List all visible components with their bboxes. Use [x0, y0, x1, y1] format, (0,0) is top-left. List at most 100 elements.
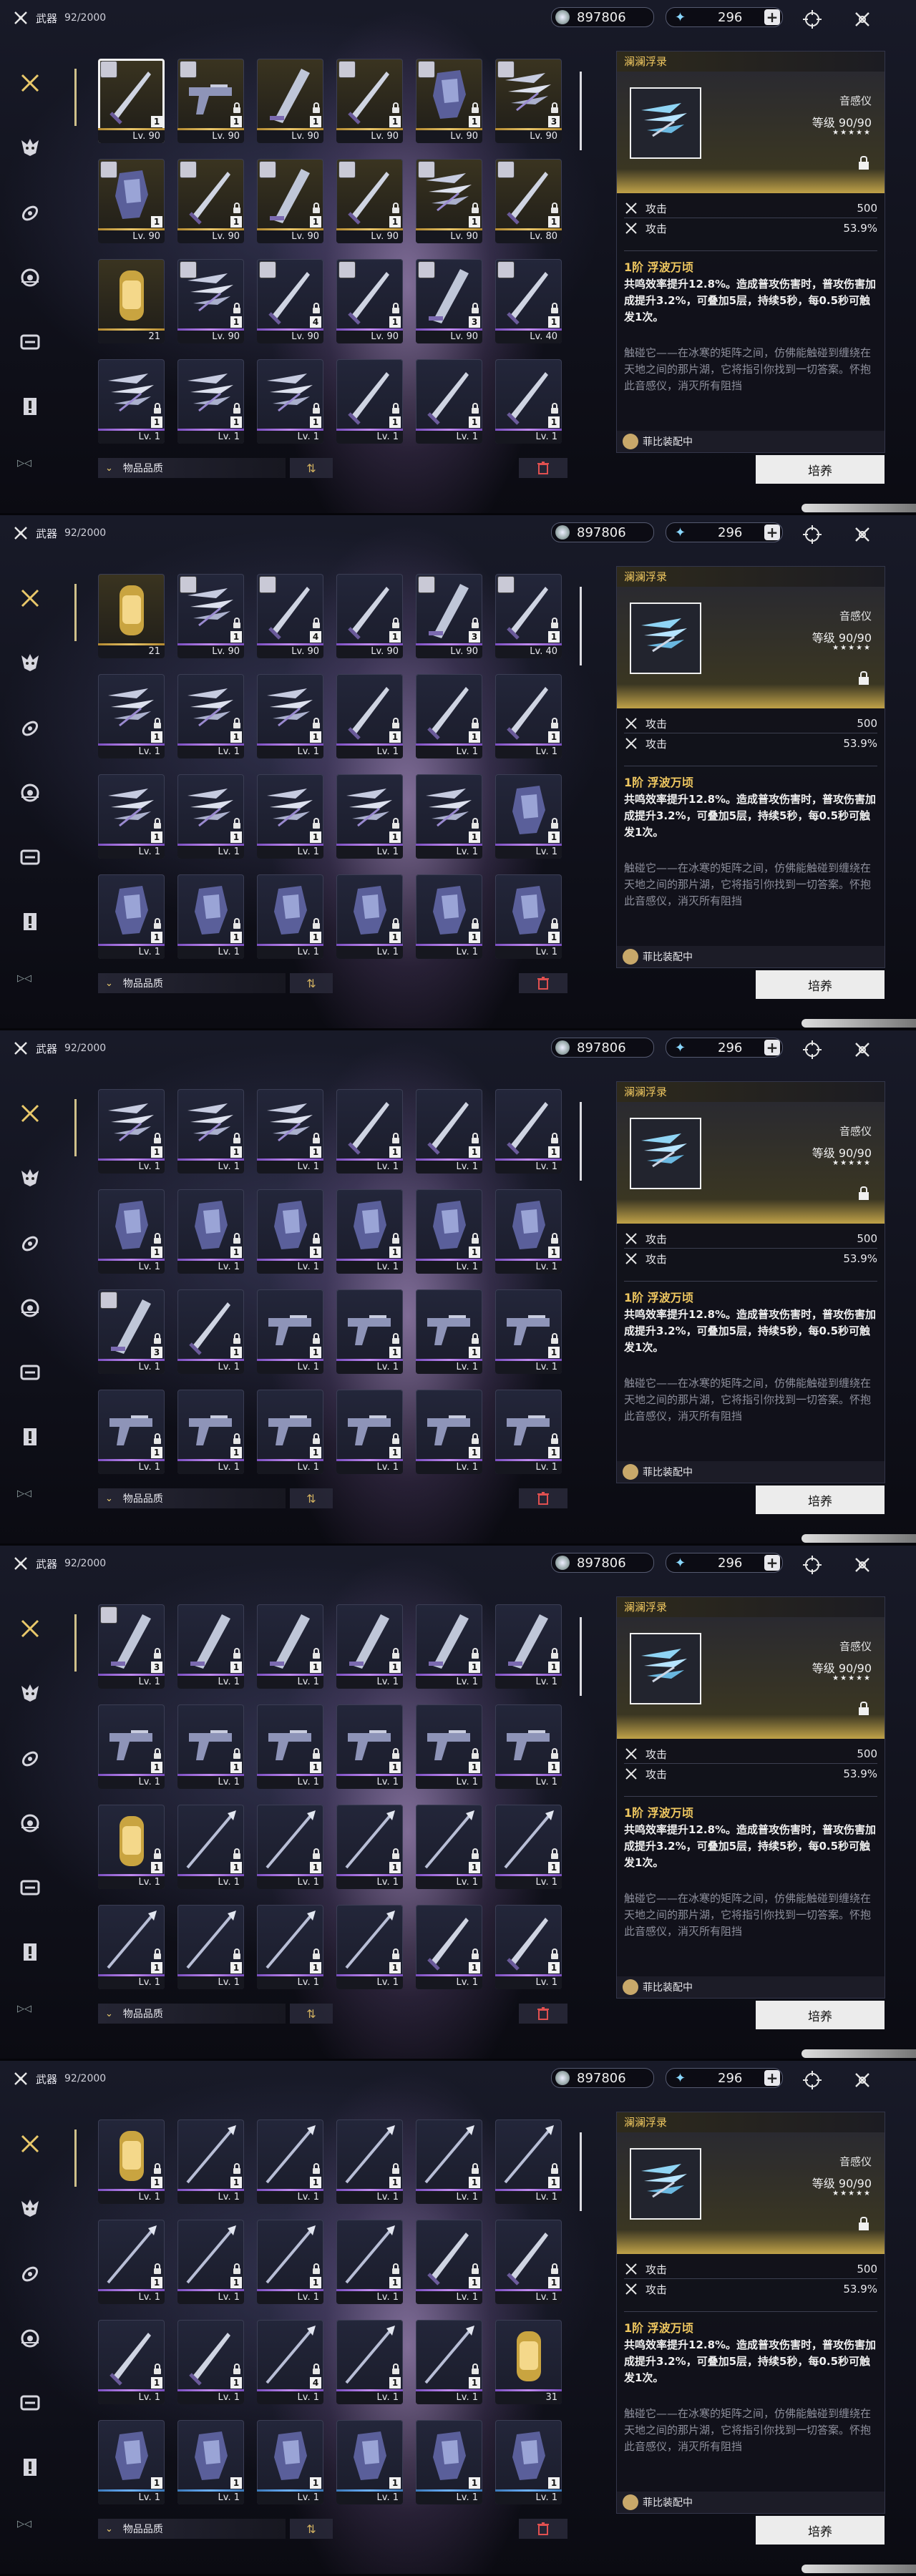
weapon-slot[interactable]: 1 Lv. 1	[336, 874, 403, 959]
weapon-slot[interactable]: 1 Lv. 1	[336, 1805, 403, 1889]
weapon-slot[interactable]: 1 Lv. 90	[177, 259, 244, 343]
close-icon[interactable]	[850, 2068, 874, 2092]
sidebar-item-quest[interactable]	[17, 394, 43, 419]
weapon-slot[interactable]: 1 Lv. 1	[257, 874, 323, 959]
discard-button[interactable]	[519, 2004, 567, 2024]
sidebar-item-battle[interactable]	[17, 1810, 43, 1836]
weapon-slot[interactable]: 1 Lv. 1	[98, 2420, 165, 2504]
sidebar-item-material[interactable]	[17, 1231, 43, 1257]
quality-filter-dropdown[interactable]: ⌄ 物品品质	[98, 973, 286, 993]
weapon-slot[interactable]: 1 Lv. 1	[177, 1905, 244, 1989]
sidebar-item-weapon[interactable]	[17, 585, 43, 611]
close-icon[interactable]	[850, 522, 874, 547]
weapon-slot[interactable]: 1 Lv. 90	[177, 159, 244, 243]
grid-scrollbar[interactable]	[580, 2132, 582, 2211]
weapon-slot[interactable]: 1 Lv. 1	[98, 674, 165, 758]
sidebar-item-echo[interactable]	[17, 650, 43, 675]
weapon-slot[interactable]: 1 Lv. 80	[495, 159, 562, 243]
weapon-slot[interactable]: 1 Lv. 40	[495, 259, 562, 343]
sidebar-item-material[interactable]	[17, 716, 43, 741]
discard-button[interactable]	[519, 2519, 567, 2539]
weapon-slot[interactable]: 1 Lv. 1	[336, 1905, 403, 1989]
cultivate-button[interactable]: 培养	[756, 455, 885, 484]
quality-filter-dropdown[interactable]: ⌄ 物品品质	[98, 458, 286, 478]
lock-icon[interactable]	[859, 156, 869, 170]
quality-filter-dropdown[interactable]: ⌄ 物品品质	[98, 1488, 286, 1508]
sidebar-item-echo[interactable]	[17, 135, 43, 160]
weapon-slot[interactable]: 1 Lv. 1	[98, 1905, 165, 1989]
sidebar-item-quest[interactable]	[17, 1424, 43, 1450]
weapon-slot[interactable]: 3 Lv. 90	[416, 574, 482, 658]
weapon-slot[interactable]: 1 Lv. 1	[416, 1604, 482, 1689]
lock-icon[interactable]	[859, 1702, 869, 1715]
sidebar-item-echo[interactable]	[17, 1680, 43, 1706]
weapon-slot[interactable]: 21	[98, 574, 165, 658]
weapon-slot[interactable]: 1 Lv. 1	[495, 1089, 562, 1174]
sidebar-item-echo[interactable]	[17, 1165, 43, 1191]
weapon-slot[interactable]: 1 Lv. 1	[257, 1704, 323, 1789]
sidebar-item-material[interactable]	[17, 1746, 43, 1772]
weapon-slot[interactable]: 1 Lv. 1	[177, 774, 244, 859]
weapon-slot[interactable]: 1 Lv. 1	[257, 2220, 323, 2304]
weapon-slot[interactable]: 1 Lv. 1	[257, 1189, 323, 1274]
add-astrite-button[interactable]: +	[764, 1555, 780, 1571]
discard-button[interactable]	[519, 973, 567, 993]
sidebar-item-develop[interactable]	[17, 2390, 43, 2416]
weapon-slot[interactable]: 1 Lv. 1	[98, 874, 165, 959]
weapon-slot[interactable]: 1 Lv. 1	[98, 774, 165, 859]
collapse-toggle[interactable]: ▷◁	[17, 1488, 31, 1499]
close-icon[interactable]	[850, 7, 874, 31]
weapon-slot[interactable]: 1 Lv. 1	[336, 674, 403, 758]
sidebar-item-battle[interactable]	[17, 265, 43, 291]
weapon-slot[interactable]: 1 Lv. 1	[416, 1189, 482, 1274]
weapon-slot[interactable]: 1 Lv. 1	[257, 1289, 323, 1374]
sort-order-button[interactable]: ⇅	[290, 2004, 333, 2024]
add-astrite-button[interactable]: +	[764, 9, 780, 25]
weapon-slot[interactable]: 1 Lv. 1	[336, 2220, 403, 2304]
weapon-slot[interactable]: 3 Lv. 1	[98, 1604, 165, 1689]
weapon-slot[interactable]: 1 Lv. 1	[177, 359, 244, 444]
weapon-slot[interactable]: 1 Lv. 1	[336, 1289, 403, 1374]
weapon-slot[interactable]: 1 Lv. 1	[257, 1604, 323, 1689]
weapon-slot[interactable]: 1 Lv. 1	[336, 2119, 403, 2204]
weapon-slot[interactable]: 1 Lv. 1	[177, 2220, 244, 2304]
weapon-slot[interactable]: 1 Lv. 1	[416, 359, 482, 444]
weapon-slot[interactable]: 1 Lv. 1	[336, 359, 403, 444]
weapon-slot[interactable]: 1 Lv. 40	[495, 574, 562, 658]
sidebar-item-battle[interactable]	[17, 780, 43, 806]
grid-scrollbar[interactable]	[580, 1102, 582, 1181]
sort-order-button[interactable]: ⇅	[290, 458, 333, 478]
weapon-slot[interactable]: 1 Lv. 1	[495, 1189, 562, 1274]
cultivate-button[interactable]: 培养	[756, 2516, 885, 2545]
scan-icon[interactable]	[800, 1038, 824, 1062]
weapon-slot[interactable]: 1 Lv. 1	[257, 774, 323, 859]
weapon-slot[interactable]: 1 Lv. 1	[257, 2119, 323, 2204]
collapse-toggle[interactable]: ▷◁	[17, 2519, 31, 2529]
weapon-slot[interactable]: 1 Lv. 1	[416, 874, 482, 959]
weapon-slot[interactable]: 1 Lv. 1	[495, 1805, 562, 1889]
sort-order-button[interactable]: ⇅	[290, 973, 333, 993]
weapon-slot[interactable]: 1 Lv. 1	[336, 1704, 403, 1789]
discard-button[interactable]	[519, 458, 567, 478]
weapon-slot[interactable]: 1 Lv. 1	[98, 2119, 165, 2204]
weapon-slot[interactable]: 1 Lv. 1	[495, 774, 562, 859]
weapon-slot[interactable]: 1 Lv. 1	[495, 1905, 562, 1989]
sidebar-item-material[interactable]	[17, 200, 43, 226]
sidebar-item-develop[interactable]	[17, 1875, 43, 1901]
weapon-slot[interactable]: 1 Lv. 1	[336, 1390, 403, 1474]
weapon-slot[interactable]: 1 Lv. 1	[416, 1289, 482, 1374]
weapon-slot[interactable]: 1 Lv. 1	[416, 674, 482, 758]
weapon-slot[interactable]: 1 Lv. 1	[336, 774, 403, 859]
sort-order-button[interactable]: ⇅	[290, 1488, 333, 1508]
weapon-slot[interactable]: 1 Lv. 1	[177, 1189, 244, 1274]
weapon-slot[interactable]: 1 Lv. 90	[416, 159, 482, 243]
weapon-slot[interactable]: 1 Lv. 1	[495, 2420, 562, 2504]
sidebar-item-weapon[interactable]	[17, 2131, 43, 2157]
sidebar-item-material[interactable]	[17, 2261, 43, 2287]
close-icon[interactable]	[850, 1553, 874, 1577]
weapon-slot[interactable]: 1 Lv. 1	[177, 1805, 244, 1889]
weapon-slot[interactable]: 1 Lv. 1	[98, 1390, 165, 1474]
weapon-slot[interactable]: 1 Lv. 1	[257, 2420, 323, 2504]
weapon-slot[interactable]: 4 Lv. 1	[257, 2320, 323, 2404]
weapon-slot[interactable]: 21	[98, 259, 165, 343]
